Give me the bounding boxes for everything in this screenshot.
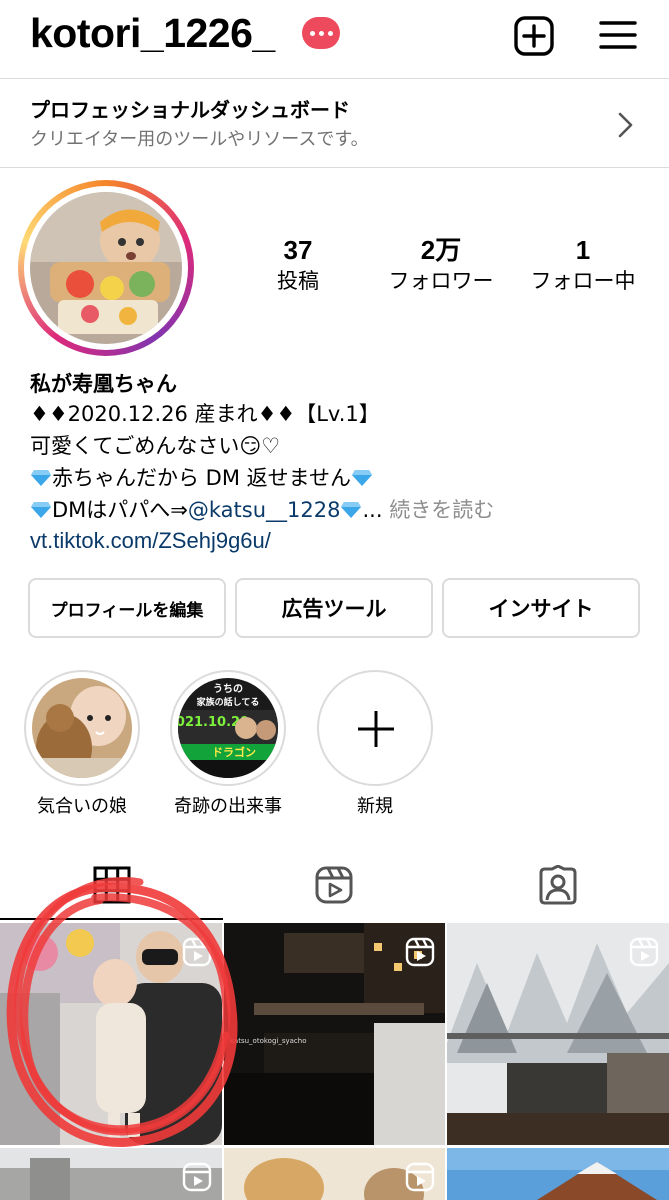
bio-website-link[interactable]: vt.tiktok.com/ZSehj9g6u/ [30,528,271,554]
professional-dashboard-row[interactable]: プロフェッショナルダッシュボード クリエイター用のツールやリソースです。 [0,78,669,168]
grid-icon[interactable] [92,865,132,905]
post-thumbnail-5[interactable] [224,1148,445,1200]
reels-icon [182,937,212,967]
plus-icon [358,711,394,747]
highlight-cover-2: うちの 家族の話してる 2021.10.29 ドラゴン [178,678,278,778]
posts-count[interactable]: 37 投稿 [268,234,328,296]
hamburger-menu-icon[interactable] [598,16,638,56]
profile-name: 私が寿凰ちゃん [30,372,177,396]
dashboard-subtitle: クリエイター用のツールやリソースです。 [30,129,369,150]
reels-icon [182,1162,212,1192]
bio-line-2: 可愛くてごめんなさい😏♡ [30,434,281,458]
chevron-right-icon [618,112,633,138]
reels-icon [405,1162,435,1192]
active-tab-indicator [0,918,223,920]
bio-line-4: DMはパパへ⇒@katsu__1228... 続きを読む [30,496,494,524]
post-thumbnail-3[interactable] [447,923,669,1145]
highlight-label: 新規 [357,796,393,817]
avatar-story-ring[interactable] [18,180,194,356]
svg-text:家族の話してる: 家族の話してる [197,696,260,708]
post-thumbnail-2[interactable]: katsu_otokogi_syacho [224,923,445,1145]
highlight-1[interactable]: 気合いの娘 [24,670,140,817]
reels-icon[interactable] [314,865,354,905]
profile-tabs [0,855,669,921]
highlight-cover-1 [32,678,132,778]
reels-icon [629,937,659,967]
mention-link[interactable]: @katsu__1228 [188,498,341,522]
reels-icon [405,937,435,967]
diamond-icon [31,502,51,518]
post-thumbnail-6[interactable] [447,1148,669,1200]
diamond-icon [31,470,51,486]
username[interactable]: kotori_1226_ [30,10,275,57]
diamond-icon [341,502,362,518]
highlight-label: 気合いの娘 [37,796,127,817]
read-more-link[interactable]: 続きを読む [389,498,494,522]
bio-line-1: ♦♦2020.12.26 産まれ♦♦【Lv.1】 [30,402,380,426]
edit-profile-button[interactable]: プロフィールを編集 [28,578,226,638]
dashboard-title: プロフェッショナルダッシュボード [30,98,350,122]
more-dots-icon[interactable] [302,17,340,49]
svg-text:ドラゴン: ドラゴン [212,745,256,759]
avatar [30,192,182,344]
insights-button[interactable]: インサイト [442,578,640,638]
following-count[interactable]: 1 フォロー中 [522,234,644,296]
svg-text:うちの: うちの [213,683,243,695]
followers-count[interactable]: 2万 フォロワー [380,234,502,296]
plus-square-icon[interactable] [514,16,554,56]
new-highlight-button[interactable]: 新規 [317,670,433,817]
highlight-label: 奇跡の出来事 [174,796,282,817]
highlight-2[interactable]: うちの 家族の話してる 2021.10.29 ドラゴン 奇跡の出来事 [170,670,286,817]
svg-text:katsu_otokogi_syacho: katsu_otokogi_syacho [230,1037,306,1045]
bio-line-3: 赤ちゃんだから DM 返せません [30,464,373,492]
profile-header: kotori_1226_ [0,0,669,78]
tagged-person-icon[interactable] [538,865,578,905]
diamond-icon [352,470,373,486]
ad-tools-button[interactable]: 広告ツール [235,578,433,638]
post-thumbnail-1[interactable] [0,923,222,1145]
post-thumbnail-4[interactable] [0,1148,222,1200]
